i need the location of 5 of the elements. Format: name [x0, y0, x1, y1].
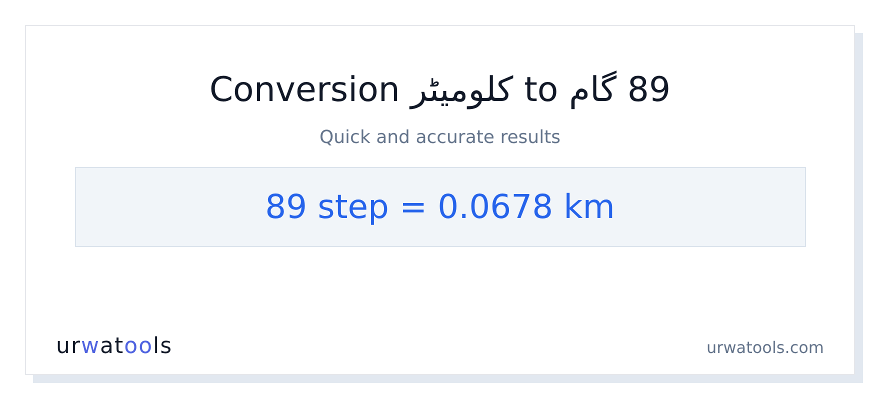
result-text: 89 step = 0.0678 km: [265, 186, 615, 228]
logo: urwatools: [56, 334, 173, 360]
site-link[interactable]: urwatools.com: [706, 336, 824, 360]
page-title: 89 گام to کلومیٹر Conversion: [209, 70, 671, 110]
subtitle: Quick and accurate results: [319, 126, 561, 150]
